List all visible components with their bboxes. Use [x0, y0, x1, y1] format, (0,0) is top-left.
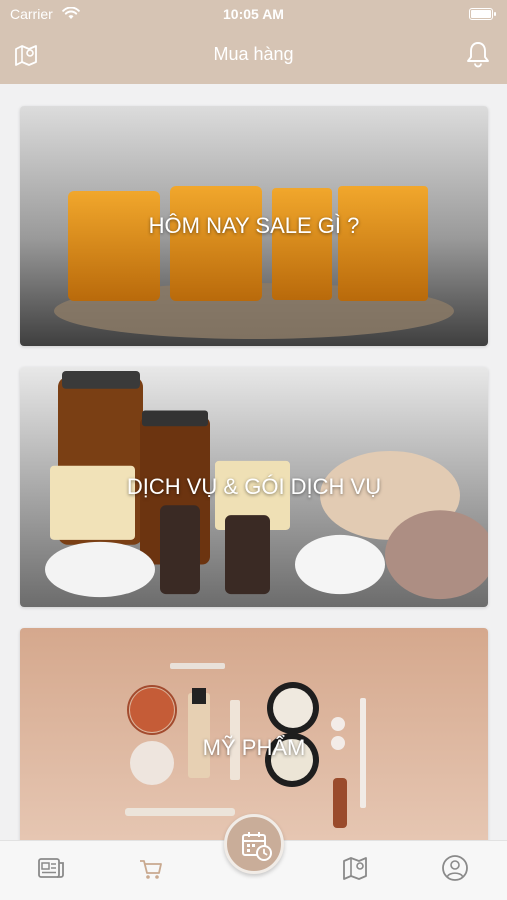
content-area: HÔM NAY SALE GÌ ? DỊCH VỤ & GÓI DỊCH VỤ … [0, 84, 507, 840]
user-icon [442, 855, 468, 881]
service-card[interactable]: DỊCH VỤ & GÓI DỊCH VỤ [20, 367, 488, 607]
sale-card[interactable]: HÔM NAY SALE GÌ ? [20, 106, 488, 346]
page-title: Mua hàng [213, 44, 294, 64]
cosmetics-card[interactable]: MỸ PHẨM [20, 628, 488, 840]
cart-icon [140, 860, 162, 879]
sale-card-label: HÔM NAY SALE GÌ ? [148, 213, 360, 238]
nav-bar: Mua hàng [0, 38, 507, 72]
tab-cart[interactable] [136, 853, 166, 883]
cosmetics-card-label: MỸ PHẨM [202, 735, 306, 760]
bell-icon[interactable] [465, 40, 491, 68]
booking-button[interactable] [224, 814, 284, 874]
cosmetics-image [20, 628, 488, 840]
service-card-label: DỊCH VỤ & GÓI DỊCH VỤ [126, 474, 382, 499]
tab-news[interactable] [36, 853, 66, 883]
tab-map[interactable] [340, 853, 370, 883]
news-icon [38, 858, 64, 878]
tab-profile[interactable] [440, 853, 470, 883]
status-bar: Carrier 10:05 AM [0, 6, 507, 24]
top-bar: Carrier 10:05 AM Mua hàng [0, 0, 507, 84]
battery-icon [469, 8, 496, 20]
calendar-clock-icon [242, 832, 272, 861]
map-icon [343, 857, 367, 880]
status-time: 10:05 AM [223, 6, 284, 22]
